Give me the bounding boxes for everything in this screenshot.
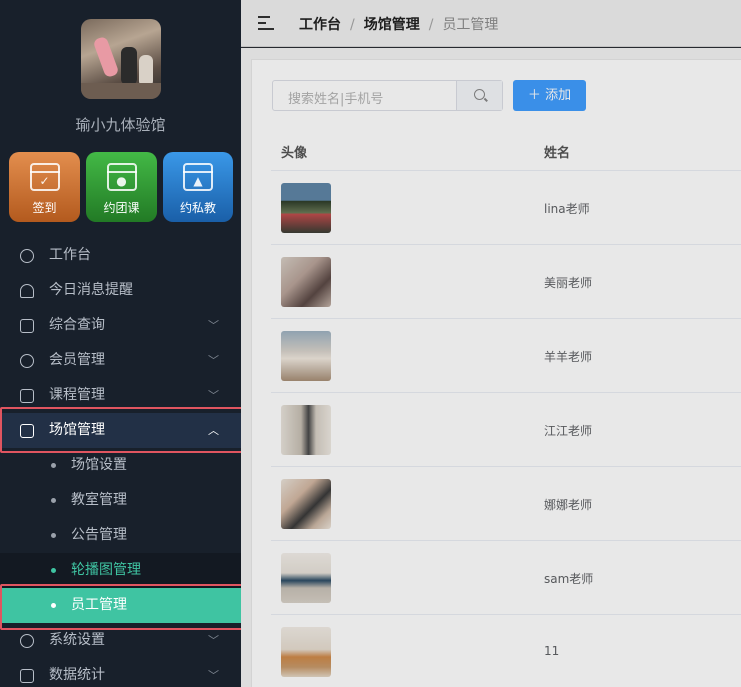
checkin-button[interactable]: ✓ 签到 [9, 152, 80, 222]
main-content: 搜索姓名|手机号 ＋ 添加 头像 姓名 lina老师 美丽老师 羊羊老师 江江老… [241, 48, 741, 687]
staff-name: 11 [544, 644, 560, 658]
venue-logo [81, 19, 161, 99]
submenu-item-venue-settings[interactable]: 场馆设置 [0, 448, 241, 483]
plus-icon: ＋ [527, 88, 541, 103]
bell-icon [20, 284, 34, 298]
staff-name: 羊羊老师 [544, 350, 593, 364]
staff-name: 美丽老师 [544, 276, 593, 290]
calendar-group-icon: ● [106, 163, 137, 191]
breadcrumb: 工作台 / 场馆管理 / 员工管理 [299, 17, 499, 33]
table-row[interactable]: 江江老师 [271, 393, 741, 467]
table-row[interactable]: 娜娜老师 [271, 467, 741, 541]
calendar-icon [20, 389, 34, 403]
staff-name: sam老师 [544, 572, 594, 586]
avatar [281, 405, 331, 455]
submenu-item-carousel[interactable]: 轮播图管理 [0, 553, 241, 588]
highlight-box-venue-management [0, 407, 241, 453]
chevron-down-icon: ﹀ [208, 319, 219, 332]
top-header: 工作台 / 场馆管理 / 员工管理 [241, 0, 741, 47]
avatar [281, 331, 331, 381]
chart-board-icon [20, 319, 34, 333]
breadcrumb-current: 员工管理 [442, 17, 499, 33]
bar-chart-icon [20, 669, 34, 683]
table-row[interactable]: lina老师 [271, 171, 741, 245]
staff-name: 娜娜老师 [544, 498, 593, 512]
avatar [281, 257, 331, 307]
menu-item-statistics[interactable]: 数据统计 ﹀ [0, 658, 241, 687]
menu-item-query[interactable]: 综合查询 ﹀ [0, 308, 241, 343]
search-box[interactable]: 搜索姓名|手机号 [272, 80, 503, 111]
search-input[interactable]: 搜索姓名|手机号 [288, 88, 383, 107]
venue-name: 瑜小九体验馆 [75, 116, 166, 134]
avatar [281, 479, 331, 529]
table-header: 头像 姓名 [271, 129, 741, 171]
search-icon [474, 89, 485, 100]
menu-item-dashboard[interactable]: 工作台 [0, 238, 241, 273]
book-private-coach-button[interactable]: ▲ 约私教 [163, 152, 233, 222]
sidebar: 瑜小九体验馆 ✓ 签到 ● 约团课 ▲ 约私教 工作台 今日消息提醒 综合查询 … [0, 0, 241, 687]
avatar [281, 553, 331, 603]
avatar [281, 627, 331, 677]
table-row[interactable]: 羊羊老师 [271, 319, 741, 393]
table-row[interactable]: 11 [271, 615, 741, 687]
staff-card: 搜索姓名|手机号 ＋ 添加 头像 姓名 lina老师 美丽老师 羊羊老师 江江老… [251, 59, 741, 687]
chevron-down-icon: ﹀ [208, 354, 219, 367]
avatar [281, 183, 331, 233]
submenu-item-notice[interactable]: 公告管理 [0, 518, 241, 553]
chevron-down-icon: ﹀ [208, 669, 219, 682]
add-button[interactable]: ＋ 添加 [513, 80, 586, 111]
menu-item-members[interactable]: 会员管理 ﹀ [0, 343, 241, 378]
table-row[interactable]: 美丽老师 [271, 245, 741, 319]
staff-name: lina老师 [544, 202, 590, 216]
book-group-class-button[interactable]: ● 约团课 [86, 152, 157, 222]
submenu-item-classroom[interactable]: 教室管理 [0, 483, 241, 518]
breadcrumb-section[interactable]: 场馆管理 [364, 17, 420, 33]
table-row[interactable]: sam老师 [271, 541, 741, 615]
highlight-box-staff [0, 584, 241, 630]
staff-table: 头像 姓名 lina老师 美丽老师 羊羊老师 江江老师 娜娜老师 sam老师 1… [271, 129, 741, 687]
dashboard-icon [20, 249, 34, 263]
calendar-person-icon: ▲ [183, 163, 213, 191]
menu-toggle-icon[interactable] [258, 16, 274, 30]
breadcrumb-home[interactable]: 工作台 [299, 17, 341, 33]
column-header-name: 姓名 [544, 146, 571, 161]
column-header-avatar: 头像 [281, 146, 308, 161]
staff-name: 江江老师 [544, 424, 593, 438]
user-icon [20, 354, 34, 368]
menu-item-notifications[interactable]: 今日消息提醒 [0, 273, 241, 308]
calendar-check-icon: ✓ [29, 163, 60, 191]
search-button[interactable] [456, 81, 502, 110]
gear-icon [20, 634, 34, 648]
